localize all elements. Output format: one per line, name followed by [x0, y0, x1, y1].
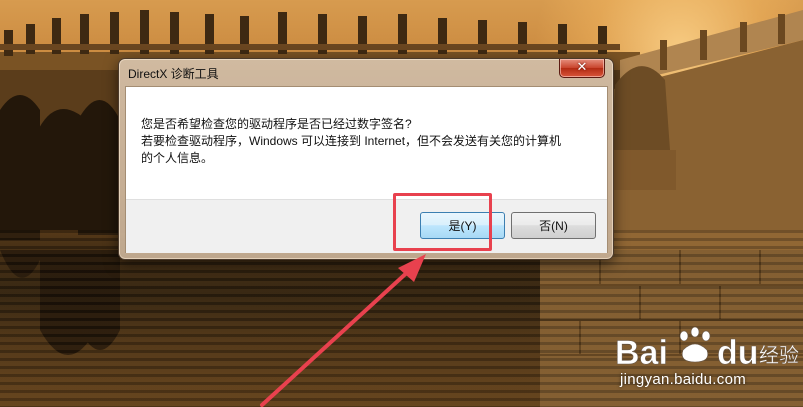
svg-text:经验: 经验 — [759, 343, 799, 367]
svg-text:Bai: Bai — [615, 334, 668, 372]
baidu-watermark-logo: Bai du 经验 — [615, 326, 799, 372]
watermark-url: jingyan.baidu.com — [620, 371, 747, 388]
svg-text:du: du — [717, 334, 759, 372]
